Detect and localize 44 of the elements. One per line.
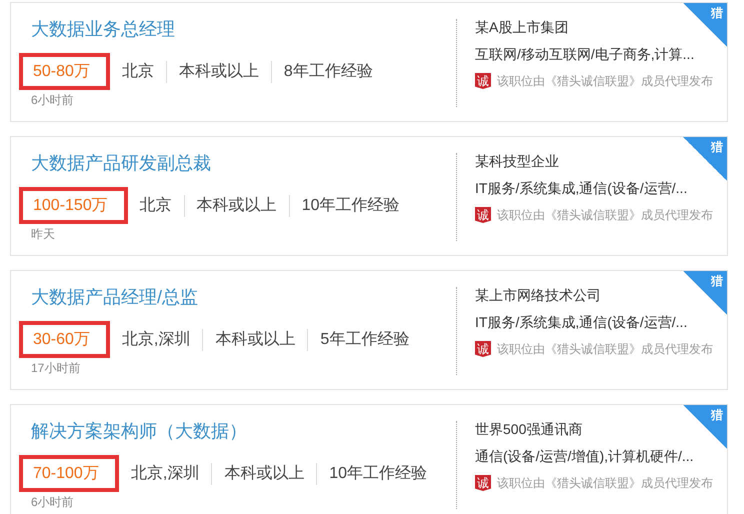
company-name: 某科技型企业 [475, 153, 559, 171]
headhunter-label: 猎 [711, 273, 723, 290]
industry: 通信(设备/运营/增值),计算机硬件/... [475, 448, 694, 466]
job-tag: 10年工作经验 [316, 462, 440, 484]
headhunter-label: 猎 [711, 407, 723, 424]
post-time: 6小时前 [31, 92, 74, 109]
post-time: 6小时前 [31, 494, 74, 511]
agency-note: 该职位由《猎头诚信联盟》成员代理发布 [497, 341, 713, 358]
job-title[interactable]: 大数据产品研发副总裁 [31, 151, 211, 175]
integrity-badge-icon: 诚 [475, 73, 491, 89]
job-title[interactable]: 大数据产品经理/总监 [31, 285, 198, 309]
job-tag: 10年工作经验 [288, 194, 412, 216]
post-time: 17小时前 [31, 360, 80, 377]
salary: 50-80万 [19, 53, 110, 90]
job-tag: 本科或以上 [184, 194, 289, 216]
industry: IT服务/系统集成,通信(设备/运营/... [475, 314, 688, 332]
job-title[interactable]: 解决方案架构师（大数据） [31, 419, 247, 443]
job-title[interactable]: 大数据业务总经理 [31, 17, 175, 41]
salary: 70-100万 [19, 455, 119, 492]
company-name: 世界500强通讯商 [475, 421, 582, 439]
agency-note: 该职位由《猎头诚信联盟》成员代理发布 [497, 207, 713, 224]
post-time: 昨天 [31, 226, 55, 243]
industry: 互联网/移动互联网/电子商务,计算... [475, 46, 694, 64]
job-tag: 本科或以上 [202, 328, 308, 350]
job-tag: 北京,深圳 [110, 328, 202, 350]
job-tag: 8年工作经验 [270, 60, 385, 82]
headhunter-label: 猎 [711, 139, 723, 156]
job-tag: 北京 [128, 194, 184, 216]
salary: 100-150万 [19, 187, 128, 224]
company-name: 某上市网络技术公司 [475, 287, 601, 305]
agency-note: 该职位由《猎头诚信联盟》成员代理发布 [497, 73, 713, 90]
integrity-badge-icon: 诚 [475, 475, 491, 491]
job-tag: 北京,深圳 [118, 462, 212, 484]
industry: IT服务/系统集成,通信(设备/运营/... [475, 180, 688, 198]
company-name: 某A股上市集团 [475, 19, 568, 37]
headhunter-label: 猎 [711, 5, 723, 22]
integrity-badge-icon: 诚 [475, 207, 491, 223]
salary: 30-60万 [19, 321, 110, 358]
job-tag: 北京 [110, 60, 166, 82]
agency-note: 该职位由《猎头诚信联盟》成员代理发布 [497, 475, 713, 492]
job-tag: 本科或以上 [211, 462, 316, 484]
integrity-badge-icon: 诚 [475, 341, 491, 357]
job-tag: 5年工作经验 [307, 328, 422, 350]
job-tag: 本科或以上 [166, 60, 271, 82]
